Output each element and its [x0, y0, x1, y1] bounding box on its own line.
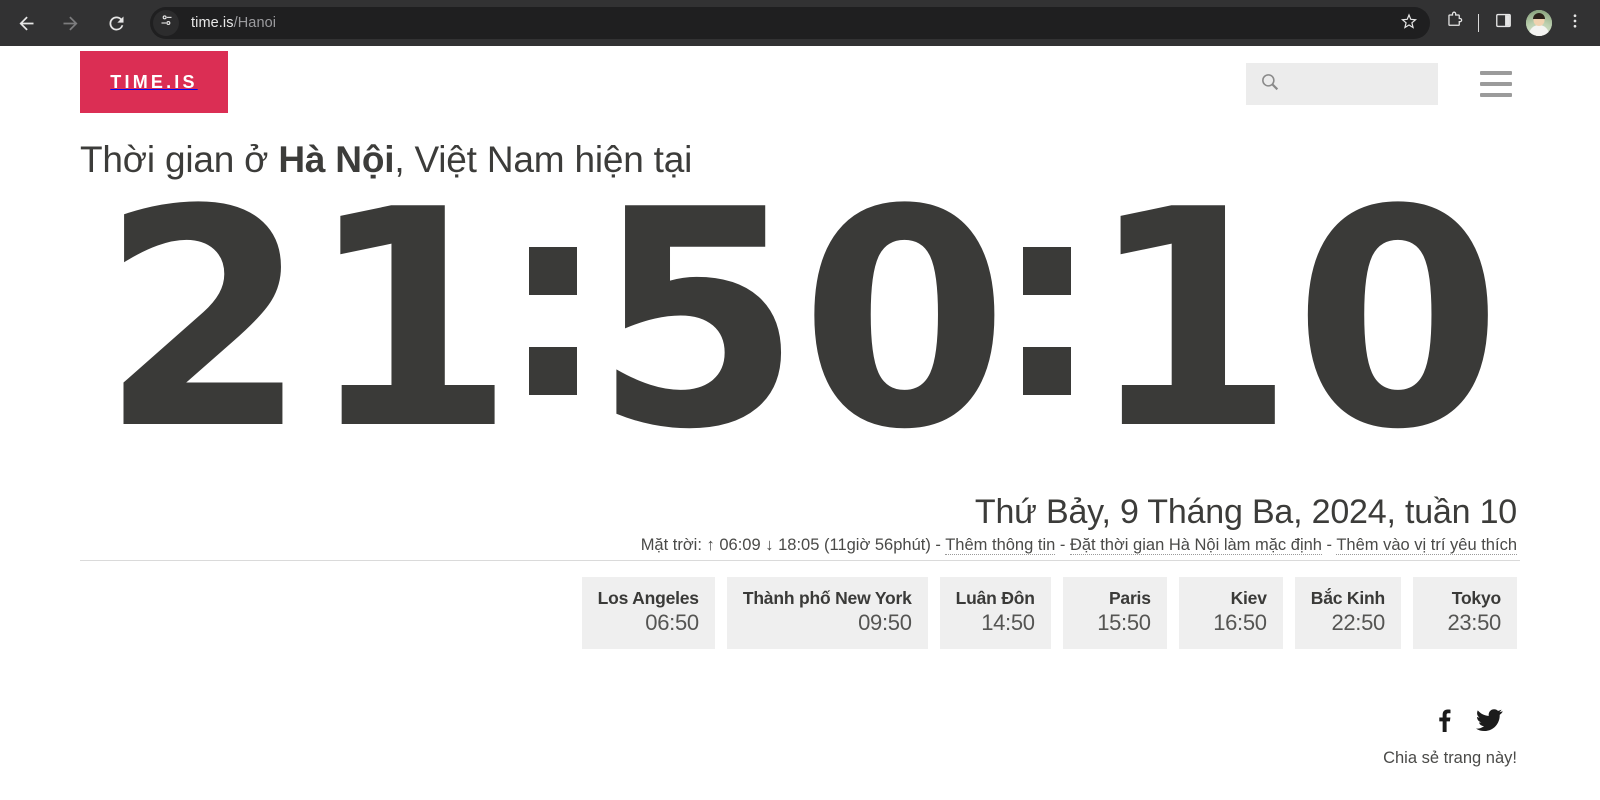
clock-colon-icon [529, 206, 578, 436]
headline-prefix: Thời gian ở [80, 139, 279, 180]
city-time-box[interactable]: Thành phố New York 09:50 [726, 577, 928, 649]
link-set-default[interactable]: Đặt thời gian Hà Nội làm mặc định [1069, 536, 1322, 555]
side-panel-icon [1494, 11, 1513, 35]
puzzle-piece-icon [1445, 11, 1464, 35]
star-icon [1400, 12, 1418, 35]
browser-toolbar: time.is/Hanoi [0, 0, 1600, 46]
three-dot-menu-icon [1566, 12, 1584, 35]
search-input[interactable] [1287, 76, 1407, 92]
facebook-icon [1432, 709, 1454, 737]
headline-city: Hà Nội [278, 139, 395, 180]
extensions-button[interactable] [1437, 6, 1471, 40]
world-clock-row: Los Angeles 06:50 Thành phố New York 09:50 L… [80, 577, 1520, 649]
arrow-right-icon [60, 13, 81, 34]
clock-colon-icon [1022, 206, 1071, 436]
url-path: /Hanoi [233, 15, 277, 31]
hamburger-bar [1480, 93, 1512, 97]
twitter-bird-icon [1476, 709, 1503, 736]
share-block: Chia sẻ trang này! [1257, 707, 1517, 768]
link-more-info[interactable]: Thêm thông tin [945, 536, 1056, 555]
sunset-time: 18:05 [778, 536, 820, 554]
page-title: Thời gian ở Hà Nội, Việt Nam hiện tại [80, 139, 1520, 181]
sunrise-arrow-icon: ↑ [706, 536, 715, 554]
city-time: 14:50 [981, 610, 1035, 635]
reload-button[interactable] [96, 3, 136, 43]
url-domain: time.is [191, 15, 234, 31]
city-time: 06:50 [645, 610, 699, 635]
info-separator: - [930, 536, 946, 554]
hamburger-bar [1480, 82, 1512, 86]
city-name: Los Angeles [597, 588, 699, 608]
link-add-favorite[interactable]: Thêm vào vị trí yêu thích [1336, 536, 1517, 555]
city-name: Thành phố New York [742, 588, 912, 608]
back-button[interactable] [6, 3, 46, 43]
city-time: 16:50 [1213, 610, 1267, 635]
forward-button[interactable] [50, 3, 90, 43]
city-time-box[interactable]: Tokyo 23:50 [1413, 577, 1517, 649]
city-name: Paris [1108, 588, 1151, 608]
sunrise-time: 06:09 [719, 536, 761, 554]
city-time-box[interactable]: Los Angeles 06:50 [581, 577, 715, 649]
sun-label: Mặt trời: [640, 536, 702, 554]
reload-icon [106, 13, 127, 34]
day-length: (11giờ 56phút) [824, 536, 931, 554]
clock-digits: 21 50 10 [99, 185, 1502, 457]
clock-seconds: 10 [1086, 185, 1502, 457]
page-container: TIME.IS Thời gian ở Hà Nội, Việt Nam hiệ… [80, 51, 1520, 800]
search-box[interactable] [1246, 63, 1438, 105]
site-header: TIME.IS [80, 51, 1520, 113]
share-icons [1257, 707, 1517, 738]
city-time-box[interactable]: Bắc Kinh 22:50 [1294, 577, 1401, 649]
big-clock: 21 50 10 [80, 185, 1520, 457]
toolbar-right-group [1437, 0, 1592, 46]
city-time: 15:50 [1097, 610, 1151, 635]
twitter-share-button[interactable] [1476, 708, 1503, 737]
site-logo-text: TIME.IS [110, 71, 198, 92]
city-name: Kiev [1230, 588, 1267, 608]
avatar-hair [1533, 13, 1545, 19]
clock-hours: 21 [99, 185, 515, 457]
address-bar[interactable]: time.is/Hanoi [150, 7, 1430, 39]
arrow-left-icon [16, 13, 37, 34]
info-separator: - [1321, 536, 1337, 554]
tune-sliders-icon [159, 13, 174, 33]
info-line: Mặt trời: ↑ 06:09 ↓ 18:05 (11giờ 56phút)… [80, 536, 1520, 561]
site-logo[interactable]: TIME.IS [80, 51, 228, 113]
page-content: TIME.IS Thời gian ở Hà Nội, Việt Nam hiệ… [0, 46, 1600, 795]
sunset-arrow-icon: ↓ [765, 536, 774, 554]
city-time-box[interactable]: Kiev 16:50 [1178, 577, 1283, 649]
city-name: Bắc Kinh [1310, 588, 1385, 608]
city-time-box[interactable]: Paris 15:50 [1062, 577, 1167, 649]
city-time: 23:50 [1447, 610, 1501, 635]
toolbar-divider [1478, 14, 1479, 32]
city-name: Tokyo [1451, 588, 1501, 608]
clock-minutes: 50 [593, 185, 1008, 457]
date-line: Thứ Bảy, 9 Tháng Ba, 2024, tuần 10 [974, 493, 1517, 531]
city-time: 09:50 [858, 610, 912, 635]
info-separator: - [1055, 536, 1070, 554]
city-name: Luân Đôn [955, 588, 1035, 608]
hamburger-menu-icon[interactable] [1480, 71, 1512, 97]
chrome-menu-button[interactable] [1558, 6, 1592, 40]
facebook-share-button[interactable] [1432, 707, 1454, 738]
hamburger-bar [1480, 71, 1512, 75]
site-info-button[interactable] [153, 10, 179, 36]
city-time: 22:50 [1331, 610, 1385, 635]
magnifier-icon [1246, 71, 1281, 98]
bookmark-star-button[interactable] [1396, 10, 1422, 36]
headline-suffix: , Việt Nam hiện tại [394, 139, 693, 180]
address-bar-url: time.is/Hanoi [191, 15, 276, 31]
city-time-box[interactable]: Luân Đôn 14:50 [939, 577, 1051, 649]
side-panel-button[interactable] [1486, 6, 1520, 40]
avatar[interactable] [1526, 10, 1552, 36]
share-caption: Chia sẻ trang này! [1383, 749, 1517, 767]
